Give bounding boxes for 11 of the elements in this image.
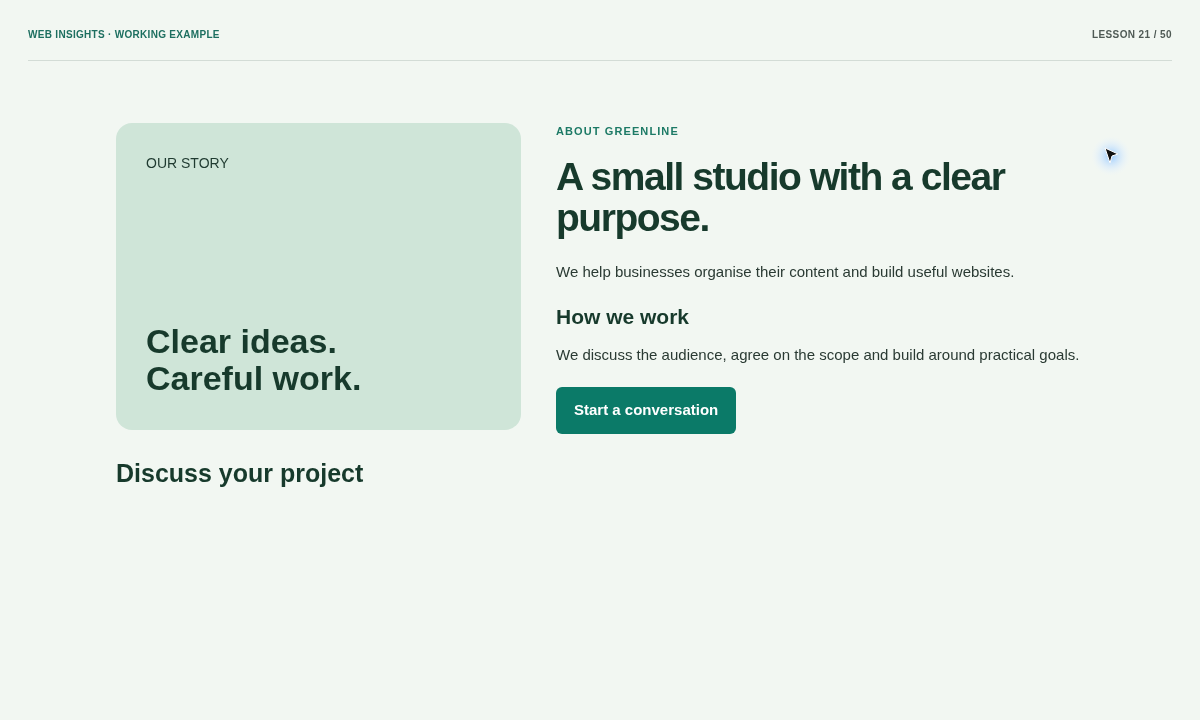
section-heading: Discuss your project [116,458,365,488]
lesson-counter: LESSON 21 / 50 [1091,29,1172,41]
site-label: WEB INSIGHTS · WORKING EXAMPLE [28,29,220,41]
card-headline: Clear ideas. Careful work. [146,323,363,397]
body-text: We discuss the audience, agree on the scope and build around practical goals. [556,345,1080,365]
intro-text: We help businesses organise their content and build useful websites. [556,262,1015,282]
card-label: OUR STORY [146,155,230,171]
subheading: How we work [556,304,690,330]
eyebrow-label: ABOUT GREENLINE [556,124,679,138]
start-conversation-button[interactable]: Start a conversation [556,387,737,434]
page-title: A small studio with a clear purpose. [556,156,1006,238]
